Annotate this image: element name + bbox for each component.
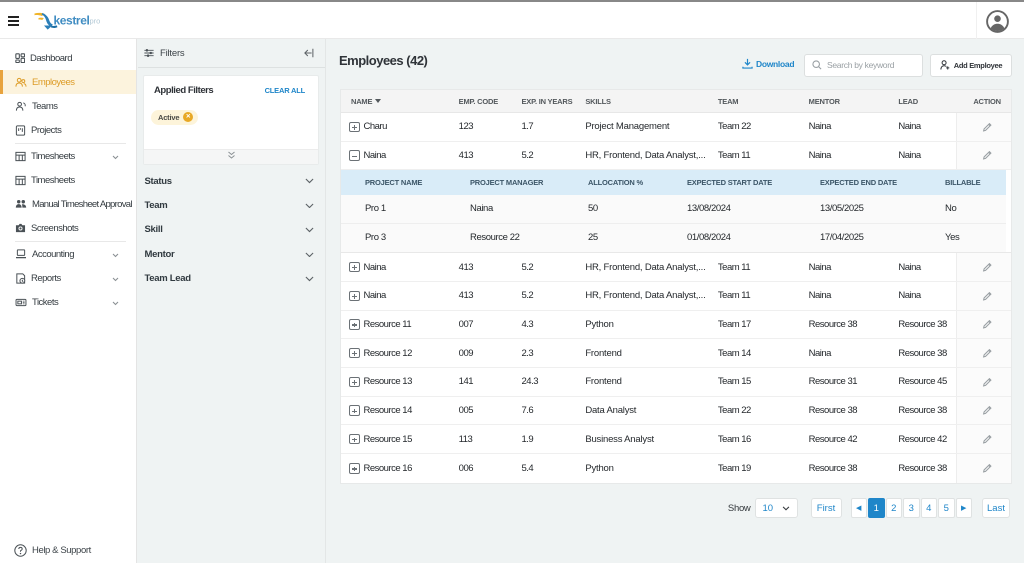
svg-text:pro: pro bbox=[90, 17, 101, 26]
svg-text:kestrel: kestrel bbox=[54, 14, 90, 28]
